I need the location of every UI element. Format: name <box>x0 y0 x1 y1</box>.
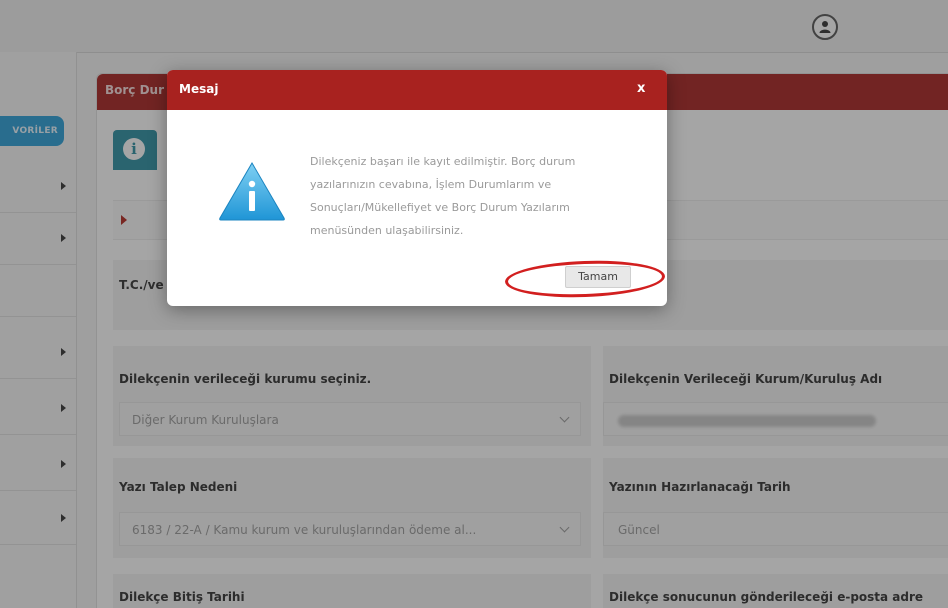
warning-info-icon <box>219 162 285 221</box>
close-button[interactable]: x <box>637 81 645 96</box>
dialog-title: Mesaj <box>179 82 219 96</box>
dialog-header: Mesaj x <box>167 70 667 110</box>
dialog-message: Dilekçeniz başarı ile kayıt edilmiştir. … <box>310 155 576 237</box>
annotation-highlight-ring <box>504 258 666 300</box>
app-window: VORİLER Borç Dur i T.C./ve Dilekçenin ve… <box>0 0 948 608</box>
message-dialog: Mesaj x Dilekçeniz başarı ile kayıt edil… <box>167 70 667 306</box>
